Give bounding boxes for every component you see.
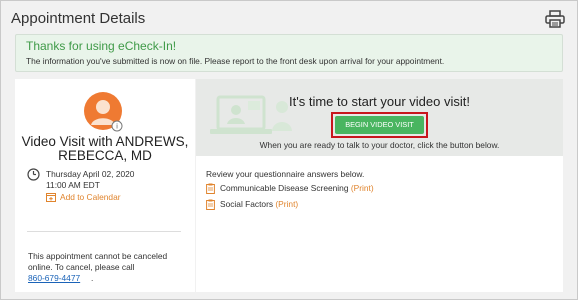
visit-title: Video Visit with ANDREWS, REBECCA, MD <box>15 135 195 163</box>
video-visit-help-text: When you are ready to talk to your docto… <box>259 140 500 150</box>
appointment-date: Thursday April 02, 2020 <box>46 169 135 179</box>
divider <box>27 231 181 232</box>
page-title: Appointment Details <box>11 10 146 27</box>
appointment-summary-card: i Video Visit with ANDREWS, REBECCA, MD … <box>15 79 195 292</box>
banner-title: Thanks for using eCheck-In! <box>26 39 177 53</box>
add-to-calendar-label: Add to Calendar <box>60 192 121 202</box>
questionnaire-label: Communicable Disease Screening <box>220 183 349 193</box>
video-visit-heading: It's time to start your video visit! <box>289 94 470 109</box>
cancel-note-line2: online. To cancel, please call <box>28 262 135 272</box>
checkin-success-banner: Thanks for using eCheck-In! The informat… <box>15 34 563 72</box>
banner-message: The information you've submitted is now … <box>26 56 445 66</box>
visit-title-line2: REBECCA, MD <box>58 148 152 163</box>
provider-avatar-icon: i <box>84 92 123 132</box>
printer-icon[interactable] <box>545 10 565 28</box>
calendar-add-icon <box>46 193 56 202</box>
video-visit-banner: It's time to start your video visit! BEG… <box>196 79 563 156</box>
cancel-phone-link[interactable]: 860-679-4477 <box>28 273 80 283</box>
clock-icon <box>27 168 40 181</box>
begin-video-visit-button[interactable]: BEGIN VIDEO VISIT <box>335 116 424 134</box>
appointment-time: 11:00 AM EDT <box>46 180 100 190</box>
visit-title-line1: Video Visit with ANDREWS, <box>21 134 189 149</box>
app-window: Appointment Details Thanks for using eCh… <box>0 0 578 300</box>
clipboard-icon <box>206 199 215 210</box>
video-visit-card: It's time to start your video visit! BEG… <box>196 79 563 292</box>
cancel-note-line1: This appointment cannot be canceled <box>28 251 168 261</box>
print-link[interactable]: (Print) <box>351 183 374 193</box>
questionnaire-label: Social Factors <box>220 199 274 209</box>
clipboard-icon <box>206 183 215 194</box>
questionnaire-intro: Review your questionnaire answers below. <box>206 169 365 179</box>
cancel-note-end: . <box>91 273 94 283</box>
print-link[interactable]: (Print) <box>275 199 298 209</box>
